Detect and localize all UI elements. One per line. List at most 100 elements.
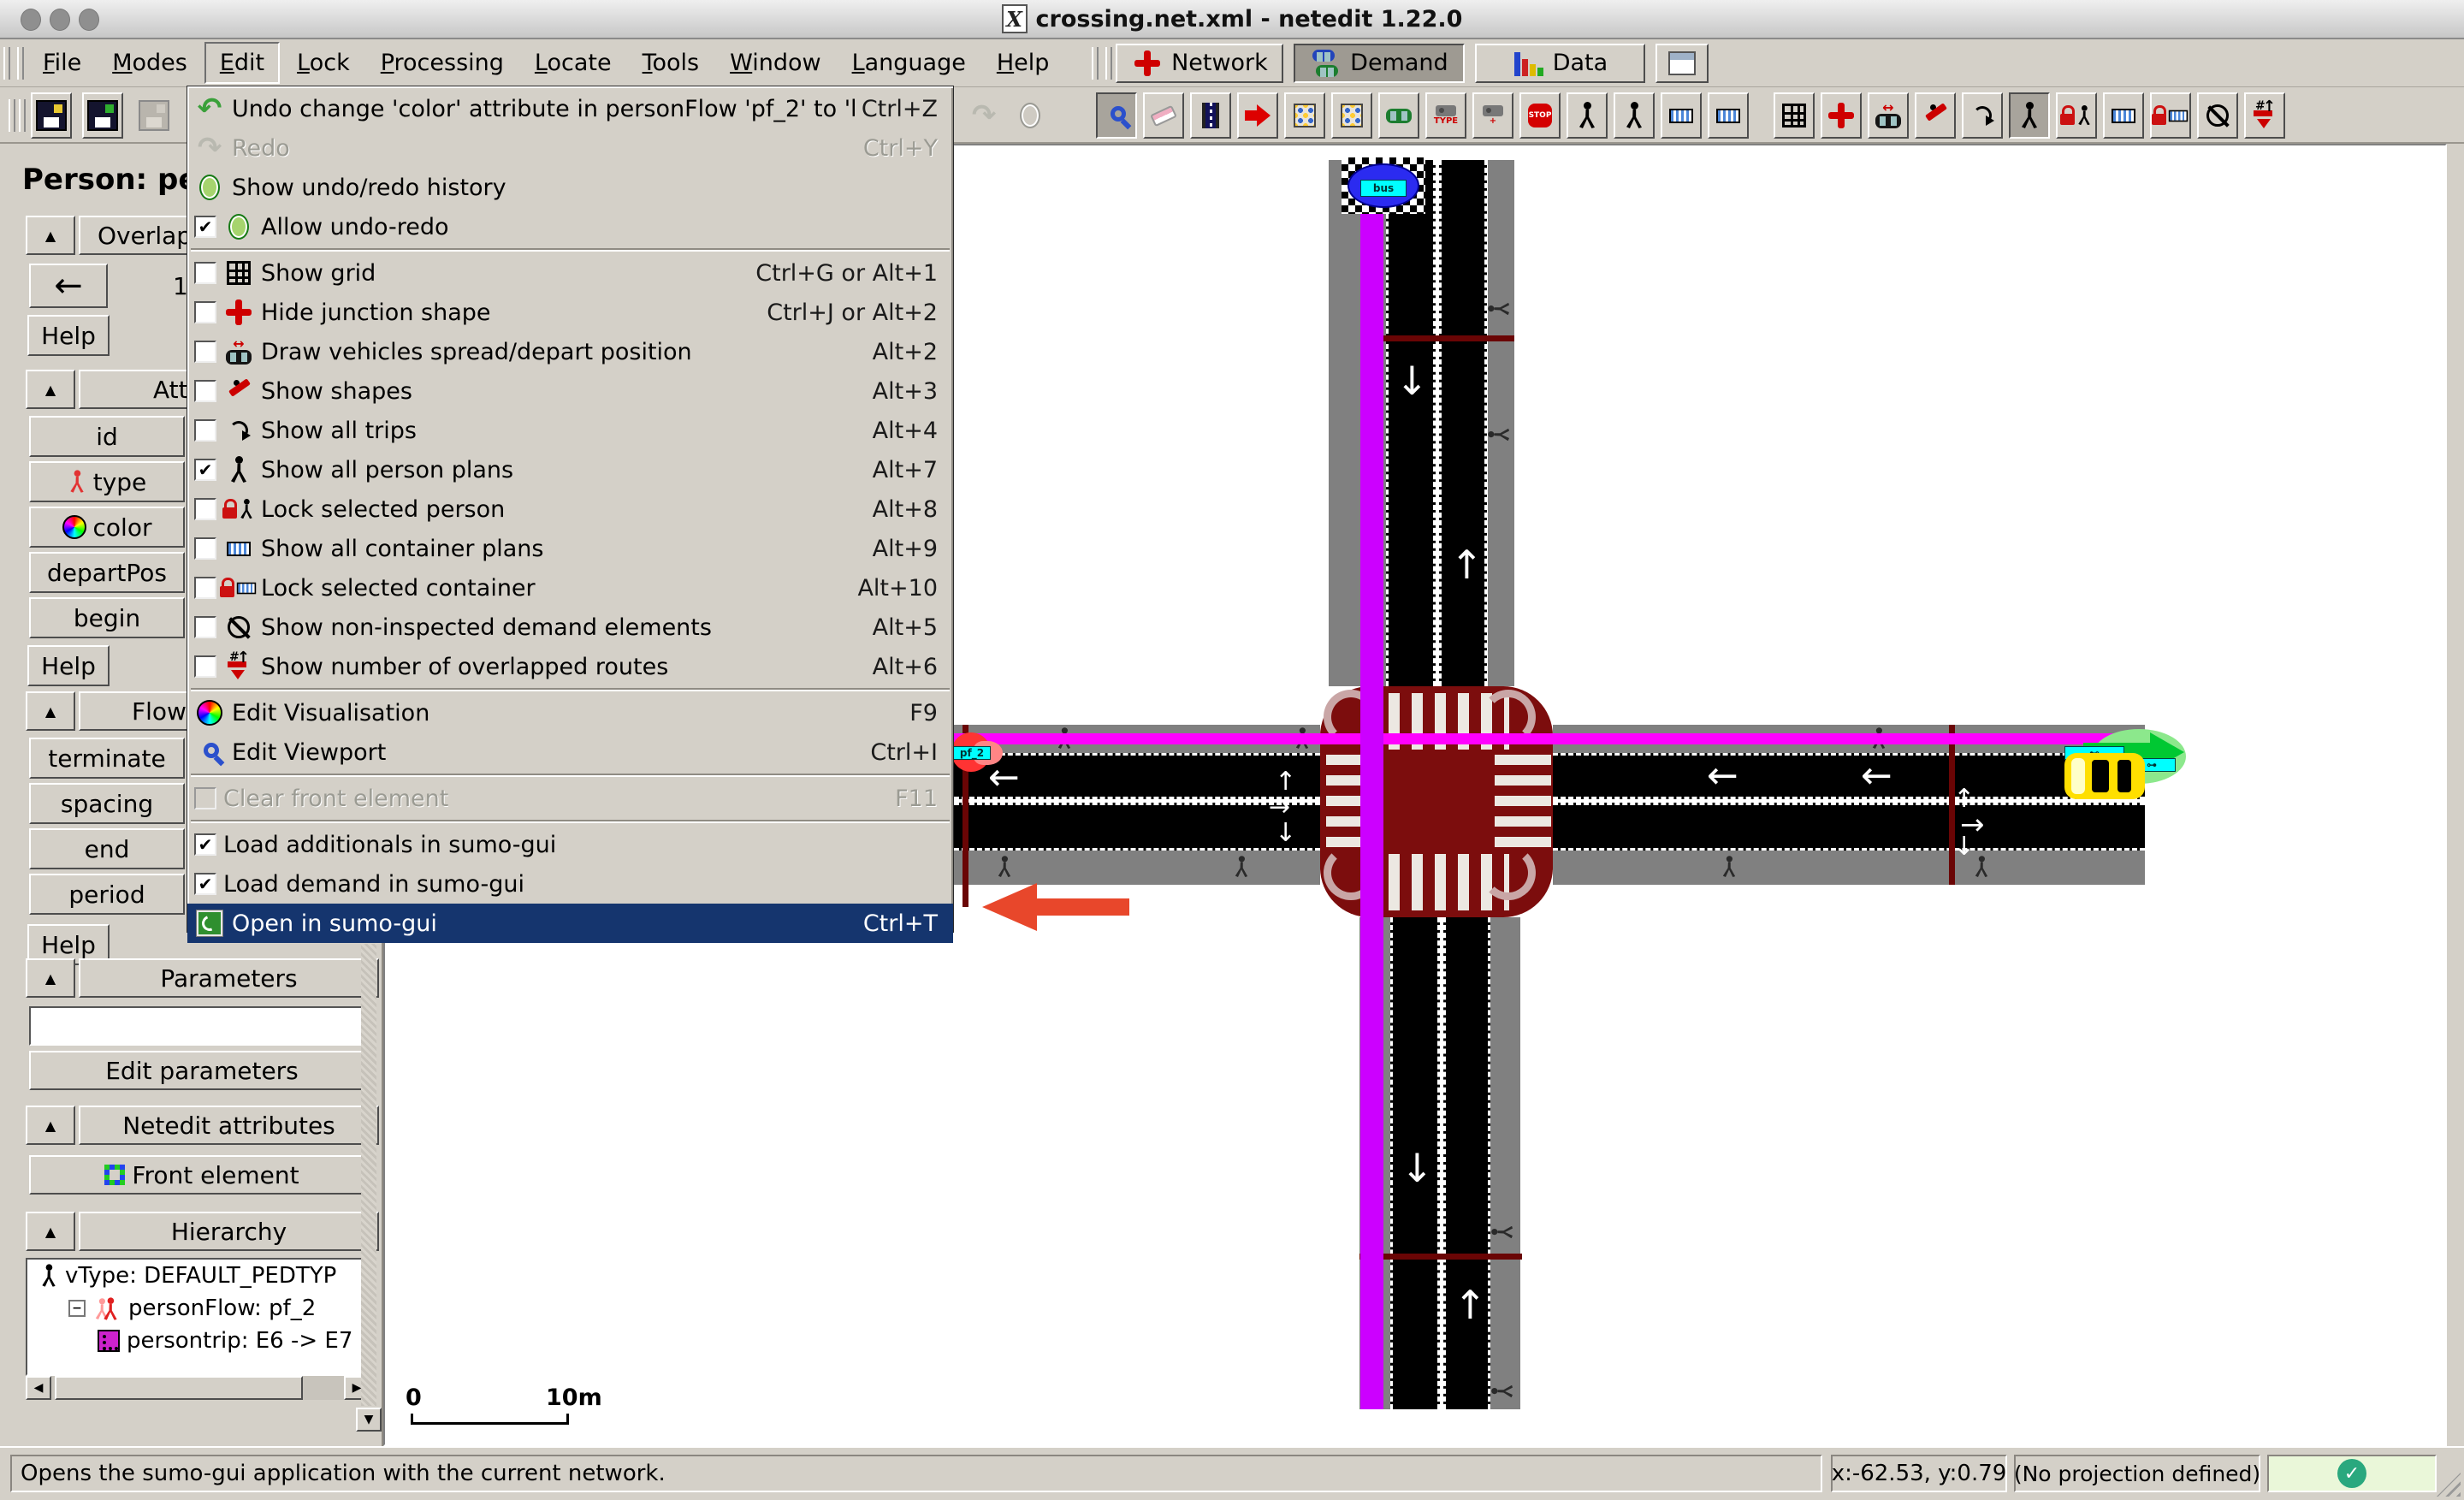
flow-attribute-end-button[interactable]: end bbox=[29, 828, 185, 869]
checkbox-unchecked-icon[interactable] bbox=[194, 655, 216, 678]
menubar-item-tools[interactable]: Tools bbox=[629, 44, 714, 82]
overlapped-help-button[interactable]: Help bbox=[27, 315, 110, 356]
redo-button[interactable]: ↷ bbox=[963, 92, 1004, 139]
crosswalk-east[interactable] bbox=[1495, 755, 1551, 851]
checkbox-checked-icon[interactable]: ✔ bbox=[194, 216, 216, 238]
group-header-netedit-attributes[interactable]: Netedit attributes bbox=[79, 1106, 379, 1145]
group-header-parameters[interactable]: Parameters bbox=[79, 958, 379, 998]
undo-history-button[interactable] bbox=[1010, 92, 1051, 139]
menu-item-edit-viewport[interactable]: Edit ViewportCtrl+I bbox=[187, 732, 953, 772]
toolbar-grip[interactable] bbox=[3, 47, 10, 80]
toolbar-grip[interactable] bbox=[19, 99, 26, 132]
menu-item-show-all-trips[interactable]: Show all tripsAlt+4 bbox=[187, 411, 953, 450]
collapse-parameters-button[interactable]: ▲ bbox=[26, 958, 75, 998]
show-shapes-button[interactable] bbox=[1915, 92, 1956, 139]
menu-item-show-number-of-overlapped-routes[interactable]: #↑Show number of overlapped routesAlt+6 bbox=[187, 647, 953, 686]
checkbox-unchecked-icon[interactable] bbox=[194, 301, 216, 323]
menu-item-draw-vehicles-spread-depart-position[interactable]: ↔Draw vehicles spread/depart positionAlt… bbox=[187, 332, 953, 371]
menu-item-load-demand-in-sumo-gui[interactable]: ✔Load demand in sumo-gui bbox=[187, 864, 953, 904]
menu-item-show-all-person-plans[interactable]: ✔Show all person plansAlt+7 bbox=[187, 450, 953, 489]
lane[interactable] bbox=[1439, 160, 1487, 686]
flow-attribute-spacing-button[interactable]: spacing bbox=[29, 783, 185, 824]
menu-item-show-shapes[interactable]: Show shapesAlt+3 bbox=[187, 371, 953, 411]
person-plan-mode-button[interactable] bbox=[1614, 92, 1655, 139]
inspect-attribute-begin-button[interactable]: begin bbox=[29, 597, 185, 638]
inspect-attribute-departpos-button[interactable]: departPos bbox=[29, 552, 185, 593]
window-maximize-button[interactable] bbox=[79, 9, 99, 31]
checkbox-checked-icon[interactable]: ✔ bbox=[194, 873, 216, 895]
supermode-demand-button[interactable]: Demand bbox=[1294, 44, 1465, 83]
hide-junction-shape-button[interactable] bbox=[1821, 92, 1862, 139]
stop-mode-button[interactable]: STOP bbox=[1519, 92, 1561, 139]
draw-vehicles-spread-button[interactable]: ↔ bbox=[1868, 92, 1909, 139]
flow-attribute-terminate-button[interactable]: terminate bbox=[29, 738, 185, 779]
lane[interactable] bbox=[1553, 753, 2145, 799]
resize-grip[interactable] bbox=[2437, 1473, 2461, 1497]
show-container-plans-button[interactable] bbox=[2103, 92, 2144, 139]
container-plan-mode-button[interactable] bbox=[1708, 92, 1749, 139]
supermode-network-button[interactable]: Network bbox=[1116, 44, 1283, 83]
menu-item-hide-junction-shape[interactable]: Hide junction shapeCtrl+J or Alt+2 bbox=[187, 293, 953, 332]
show-person-plans-button[interactable] bbox=[2009, 92, 2050, 139]
inspect-attribute-id-button[interactable]: id bbox=[29, 416, 185, 457]
menu-item-show-non-inspected-demand-elements[interactable]: Show non-inspected demand elementsAlt+5 bbox=[187, 608, 953, 647]
edit-parameters-button[interactable]: Edit parameters bbox=[29, 1051, 375, 1090]
hscroll-thumb[interactable] bbox=[55, 1376, 303, 1400]
window-minimize-button[interactable] bbox=[50, 9, 70, 31]
menu-item-show-undo-redo-history[interactable]: Show undo/redo history bbox=[187, 168, 953, 207]
menubar-item-file[interactable]: File bbox=[29, 44, 95, 82]
show-grid-button[interactable] bbox=[1774, 92, 1815, 139]
checkbox-unchecked-icon[interactable] bbox=[194, 537, 216, 560]
toolbar-grip[interactable] bbox=[9, 99, 15, 132]
scroll-left-icon[interactable]: ◀ bbox=[26, 1376, 51, 1400]
save-additional-elements-button[interactable] bbox=[82, 92, 123, 139]
hierarchy-hscrollbar[interactable]: ◀ ▶ bbox=[26, 1376, 370, 1400]
taxi-vehicle[interactable] bbox=[2064, 753, 2145, 799]
lock-selected-container-button[interactable] bbox=[2150, 92, 2191, 139]
group-header-hierarchy[interactable]: Hierarchy bbox=[79, 1212, 379, 1251]
toolbar-grip[interactable] bbox=[1092, 47, 1099, 80]
container-mode-button[interactable] bbox=[1661, 92, 1702, 139]
scroll-down-icon[interactable]: ▼ bbox=[356, 1408, 382, 1432]
menu-item-lock-selected-container[interactable]: Lock selected containerAlt+10 bbox=[187, 568, 953, 608]
menu-item-lock-selected-person[interactable]: Lock selected personAlt+8 bbox=[187, 489, 953, 529]
menubar-item-help[interactable]: Help bbox=[983, 44, 1063, 82]
road-north[interactable]: ↓ ↑ bbox=[1329, 160, 1514, 686]
flow-attribute-period-button[interactable]: period bbox=[29, 874, 185, 915]
menubar-item-locate[interactable]: Locate bbox=[521, 44, 625, 82]
toolbar-grip[interactable] bbox=[1105, 47, 1112, 80]
menu-item-show-grid[interactable]: Show gridCtrl+G or Alt+1 bbox=[187, 253, 953, 293]
lane[interactable] bbox=[954, 803, 1320, 851]
personflow-marker[interactable]: pf_2 bbox=[951, 729, 1020, 780]
checkbox-unchecked-icon[interactable] bbox=[194, 498, 216, 520]
save-network-button[interactable] bbox=[31, 92, 72, 139]
road-south[interactable]: ↓ ↑ bbox=[1359, 917, 1520, 1409]
parameters-input[interactable] bbox=[29, 1006, 371, 1046]
menubar-item-window[interactable]: Window bbox=[716, 44, 834, 82]
sidebar-vscrollbar[interactable] bbox=[361, 944, 376, 1406]
toolbar-grip[interactable] bbox=[17, 47, 24, 80]
hierarchy-item-personflow[interactable]: −personFlow: pf_2 bbox=[27, 1292, 368, 1325]
lane[interactable] bbox=[1386, 160, 1436, 686]
lock-selected-person-button[interactable] bbox=[2056, 92, 2097, 139]
previous-overlapped-button[interactable]: ← bbox=[29, 264, 108, 308]
checkbox-unchecked-icon[interactable] bbox=[194, 262, 216, 284]
collapse-overlapped-button[interactable]: ▲ bbox=[26, 216, 75, 255]
checkbox-unchecked-icon[interactable] bbox=[194, 616, 216, 638]
checkbox-unchecked-icon[interactable] bbox=[194, 380, 216, 402]
menu-item-edit-visualisation[interactable]: Edit VisualisationF9 bbox=[187, 693, 953, 732]
collapse-flow-button[interactable]: ▲ bbox=[26, 691, 75, 731]
lane[interactable] bbox=[1443, 917, 1490, 1409]
person-mode-button[interactable] bbox=[1567, 92, 1608, 139]
menu-item-allow-undo-redo[interactable]: ✔Allow undo-redo bbox=[187, 207, 953, 246]
checkbox-unchecked-icon[interactable] bbox=[194, 577, 216, 599]
checkbox-unchecked-icon[interactable] bbox=[194, 419, 216, 442]
collapse-hierarchy-button[interactable]: ▲ bbox=[26, 1212, 75, 1251]
vehicle-mode-button[interactable] bbox=[1378, 92, 1419, 139]
inspect-attribute-color-button[interactable]: color bbox=[29, 507, 185, 548]
checkbox-checked-icon[interactable]: ✔ bbox=[194, 459, 216, 481]
menu-item-load-additionals-in-sumo-gui[interactable]: ✔Load additionals in sumo-gui bbox=[187, 825, 953, 864]
checkbox-checked-icon[interactable]: ✔ bbox=[194, 833, 216, 856]
bus-vehicle[interactable]: bus bbox=[1342, 157, 1425, 214]
route-mode-button[interactable] bbox=[1237, 92, 1278, 139]
